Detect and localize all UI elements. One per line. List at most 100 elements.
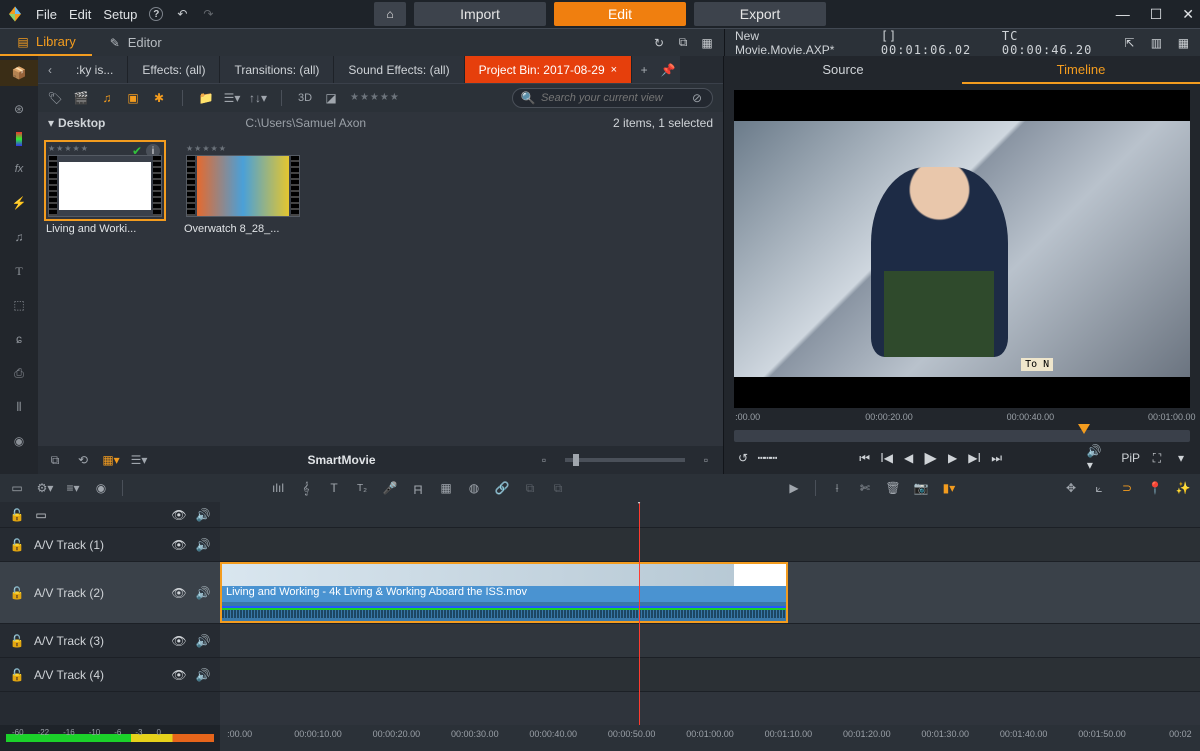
folder-icon[interactable]: 📁 xyxy=(199,91,213,105)
search-clear-icon[interactable]: ⊘ xyxy=(690,91,704,105)
layout-icon[interactable]: ▦ xyxy=(700,36,714,50)
rail-shapes-icon[interactable]: ⬚ xyxy=(8,294,30,316)
speaker-icon[interactable]: 🔊 xyxy=(196,508,210,522)
edit-tab[interactable]: Edit xyxy=(554,2,686,26)
source-tab[interactable]: Source xyxy=(724,56,962,84)
tl-pin2-icon[interactable]: 📍 xyxy=(1148,481,1162,495)
lock-icon[interactable]: 🔓 xyxy=(10,668,24,682)
tl-trim-icon[interactable]: ⟀ xyxy=(1092,481,1106,495)
tl-gear-icon[interactable]: ⚙▾ xyxy=(38,481,52,495)
tag2-icon[interactable]: ◪ xyxy=(324,91,338,105)
track-header-1[interactable]: 🔓 A/V Track (1) 👁 🔊 xyxy=(0,528,220,562)
tl-trash-icon[interactable]: 🗑 xyxy=(886,481,900,495)
panel-tab-3[interactable]: Sound Effects: (all) xyxy=(334,56,464,83)
rail-text-icon[interactable]: T xyxy=(8,260,30,282)
rail-audiowave-icon[interactable]: ⦀ xyxy=(8,396,30,418)
track-row-3[interactable] xyxy=(220,624,1200,658)
lock-icon[interactable]: 🔓 xyxy=(10,586,24,600)
redo-icon[interactable]: ↷ xyxy=(201,7,215,21)
window-maximize-icon[interactable]: ☐ xyxy=(1150,6,1163,23)
preview-settings-icon[interactable]: ▾ xyxy=(1174,451,1188,465)
list-view-icon[interactable]: ☰▾ xyxy=(132,453,146,467)
panel-tab-0[interactable]: :ky is... xyxy=(62,56,128,83)
tl-snapshot-icon[interactable]: 📷 xyxy=(914,481,928,495)
thumb-size-slider[interactable] xyxy=(565,458,685,462)
preview-popout-icon[interactable]: ⇱ xyxy=(1123,36,1136,50)
rating-filter[interactable]: ★★★★★ xyxy=(350,92,400,103)
tl-razor-icon[interactable]: ⟊ xyxy=(830,481,844,495)
refresh-icon[interactable]: ↻ xyxy=(652,36,666,50)
rating-stars[interactable]: ★★★★★ xyxy=(186,144,300,153)
track-header-3[interactable]: 🔓 A/V Track (3) 👁 🔊 xyxy=(0,624,220,658)
expand-triangle-icon[interactable]: ▾ xyxy=(48,116,54,130)
help-icon[interactable]: ? xyxy=(149,7,163,21)
library-tab[interactable]: ▤ Library xyxy=(0,29,92,56)
panel-tab-1[interactable]: Effects: (all) xyxy=(128,56,220,83)
tl-split-icon[interactable]: 𝈤 xyxy=(411,481,425,495)
step-fwd-icon[interactable]: ▶ xyxy=(946,451,960,465)
speaker-icon[interactable]: 🔊 xyxy=(196,586,210,600)
rail-palette-icon[interactable] xyxy=(16,132,22,146)
speaker-icon[interactable]: 🔊 xyxy=(196,668,210,682)
sort-icon[interactable]: ↑↓▾ xyxy=(251,91,265,105)
speaker-icon[interactable]: 🔊 xyxy=(196,634,210,648)
popout-icon[interactable]: ⧉ xyxy=(676,36,690,50)
tab-pin-icon[interactable]: 📌 xyxy=(656,56,680,83)
jog-icon[interactable]: ┅┅┅ xyxy=(760,451,774,465)
track-row-1[interactable] xyxy=(220,528,1200,562)
rail-disc-icon[interactable]: ◉ xyxy=(8,430,30,452)
collapse-icon[interactable]: ▭ xyxy=(34,508,48,522)
eye-icon[interactable]: 👁 xyxy=(172,634,186,648)
tl-chain2-icon[interactable]: ⧉ xyxy=(551,481,565,495)
tl-multicam-icon[interactable]: ▦ xyxy=(439,481,453,495)
note-icon[interactable]: ♫ xyxy=(100,91,114,105)
eye-icon[interactable]: 👁 xyxy=(172,508,186,522)
menu-edit[interactable]: Edit xyxy=(69,7,91,22)
master-track-header[interactable]: 🔓 ▭ 👁 🔊 xyxy=(0,502,220,528)
rail-fx-icon[interactable]: fx xyxy=(8,158,30,180)
tag-icon[interactable]: 🏷 xyxy=(48,91,62,105)
search-box[interactable]: 🔍 ⊘ xyxy=(512,88,713,108)
grid-icon[interactable]: ▦▾ xyxy=(104,453,118,467)
track-header-2[interactable]: 🔓 A/V Track (2) 👁 🔊 xyxy=(0,562,220,624)
preview-dual-icon[interactable]: ▥ xyxy=(1150,36,1163,50)
close-icon[interactable]: × xyxy=(611,64,617,76)
timeline-clip[interactable]: Living and Working - 4k Living & Working… xyxy=(220,562,788,623)
volume-icon[interactable]: 🔊▾ xyxy=(1087,451,1101,465)
tab-add-icon[interactable]: + xyxy=(632,56,656,83)
lock-icon[interactable]: 🔓 xyxy=(10,538,24,552)
zoom-in-icon[interactable]: ▫ xyxy=(699,453,713,467)
panel-tab-2[interactable]: Transitions: (all) xyxy=(220,56,334,83)
menu-setup[interactable]: Setup xyxy=(103,7,137,22)
tl-cut-icon[interactable]: ✄ xyxy=(858,481,872,495)
menu-file[interactable]: File xyxy=(36,7,57,22)
track-header-4[interactable]: 🔓 A/V Track (4) 👁 🔊 xyxy=(0,658,220,692)
step-back-icon[interactable]: ◀ xyxy=(902,451,916,465)
tl-mixer-icon[interactable]: ≡▾ xyxy=(66,481,80,495)
undo-icon[interactable]: ↶ xyxy=(175,7,189,21)
rating-stars[interactable]: ★★★★★ xyxy=(48,144,162,153)
eye-icon[interactable]: 👁 xyxy=(172,668,186,682)
smartmovie-label[interactable]: SmartMovie xyxy=(160,453,523,467)
track-row-2[interactable]: Living and Working - 4k Living & Working… xyxy=(220,562,1200,624)
window-minimize-icon[interactable]: — xyxy=(1116,6,1130,22)
clip-item[interactable]: ★★★★★ ✔ i Living and Worki... xyxy=(46,142,166,235)
rail-titles-icon[interactable]: ⎙ xyxy=(8,362,30,384)
import-tab[interactable]: Import xyxy=(414,2,546,26)
play-icon[interactable]: ▶ xyxy=(924,451,938,465)
clip-item[interactable]: ★★★★★ Overwatch 8_28_... xyxy=(184,142,304,235)
search-input[interactable] xyxy=(541,92,684,104)
rail-music-icon[interactable]: ♫ xyxy=(8,226,30,248)
tl-globe-icon[interactable]: ◍ xyxy=(467,481,481,495)
master-track-row[interactable] xyxy=(220,502,1200,528)
project-icon[interactable]: ✱ xyxy=(152,91,166,105)
tl-mic-icon[interactable]: 🎤 xyxy=(383,481,397,495)
preview-scrubber[interactable] xyxy=(734,430,1190,442)
home-button[interactable]: ⌂ xyxy=(374,2,406,26)
prev-frame-icon[interactable]: Ⅰ◀ xyxy=(880,451,894,465)
editor-tab[interactable]: ✎ Editor xyxy=(92,29,178,56)
window-close-icon[interactable]: ✕ xyxy=(1182,6,1194,23)
tl-disc-icon[interactable]: ◉ xyxy=(94,481,108,495)
3d-icon[interactable]: 3D xyxy=(298,91,312,105)
track-rows[interactable]: Living and Working - 4k Living & Working… xyxy=(220,502,1200,725)
